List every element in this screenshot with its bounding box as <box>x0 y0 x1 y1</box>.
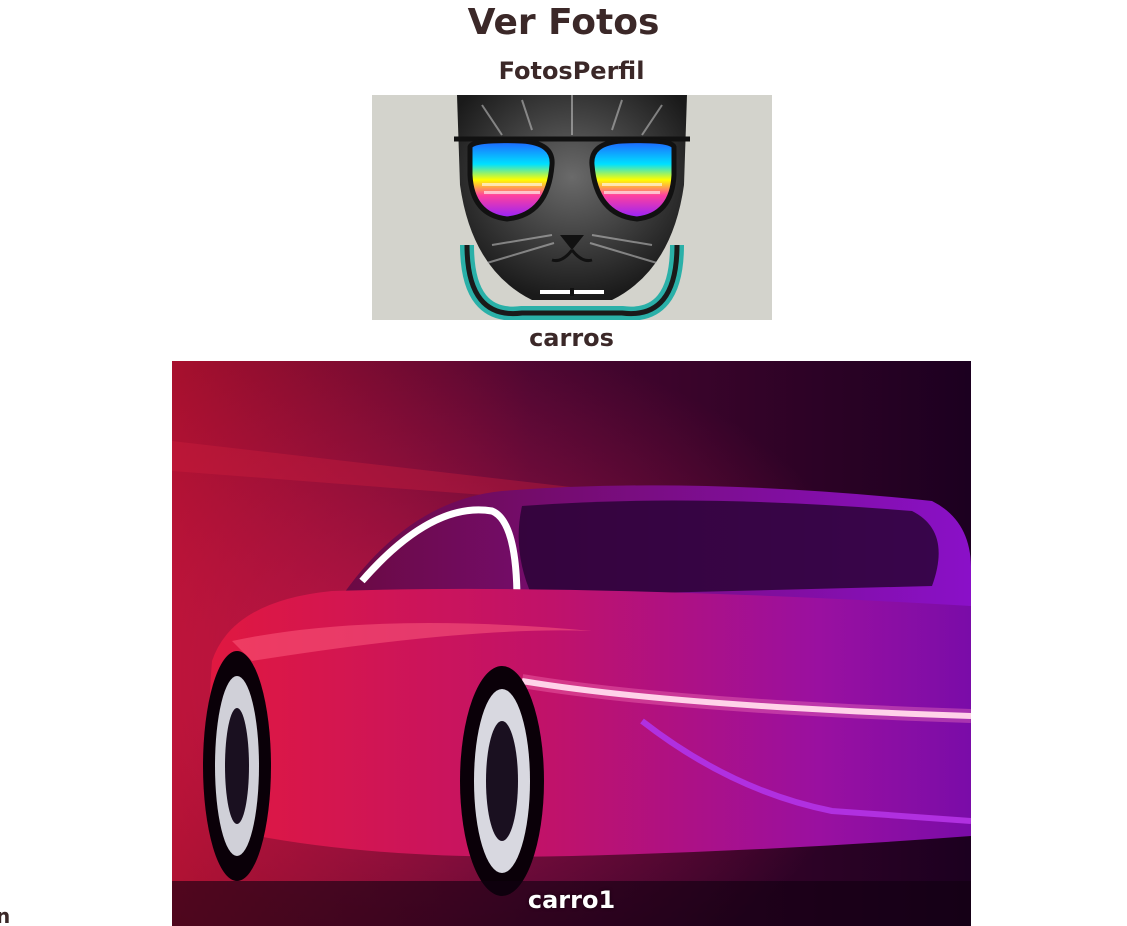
album-title-fotosperfil: FotosPerfil <box>498 57 645 85</box>
cat-photo-image <box>372 95 772 320</box>
car-photo-caption: carro1 <box>527 886 616 914</box>
page: Ver Fotos FotosPerfil carros carro1 n <box>0 0 1127 926</box>
car-photo-image <box>172 361 971 926</box>
album-title-carros: carros <box>529 324 614 352</box>
edge-text: n <box>0 904 11 926</box>
car-photo[interactable]: carro1 <box>172 361 971 926</box>
page-title: Ver Fotos <box>467 2 660 43</box>
cat-photo[interactable] <box>372 95 772 320</box>
